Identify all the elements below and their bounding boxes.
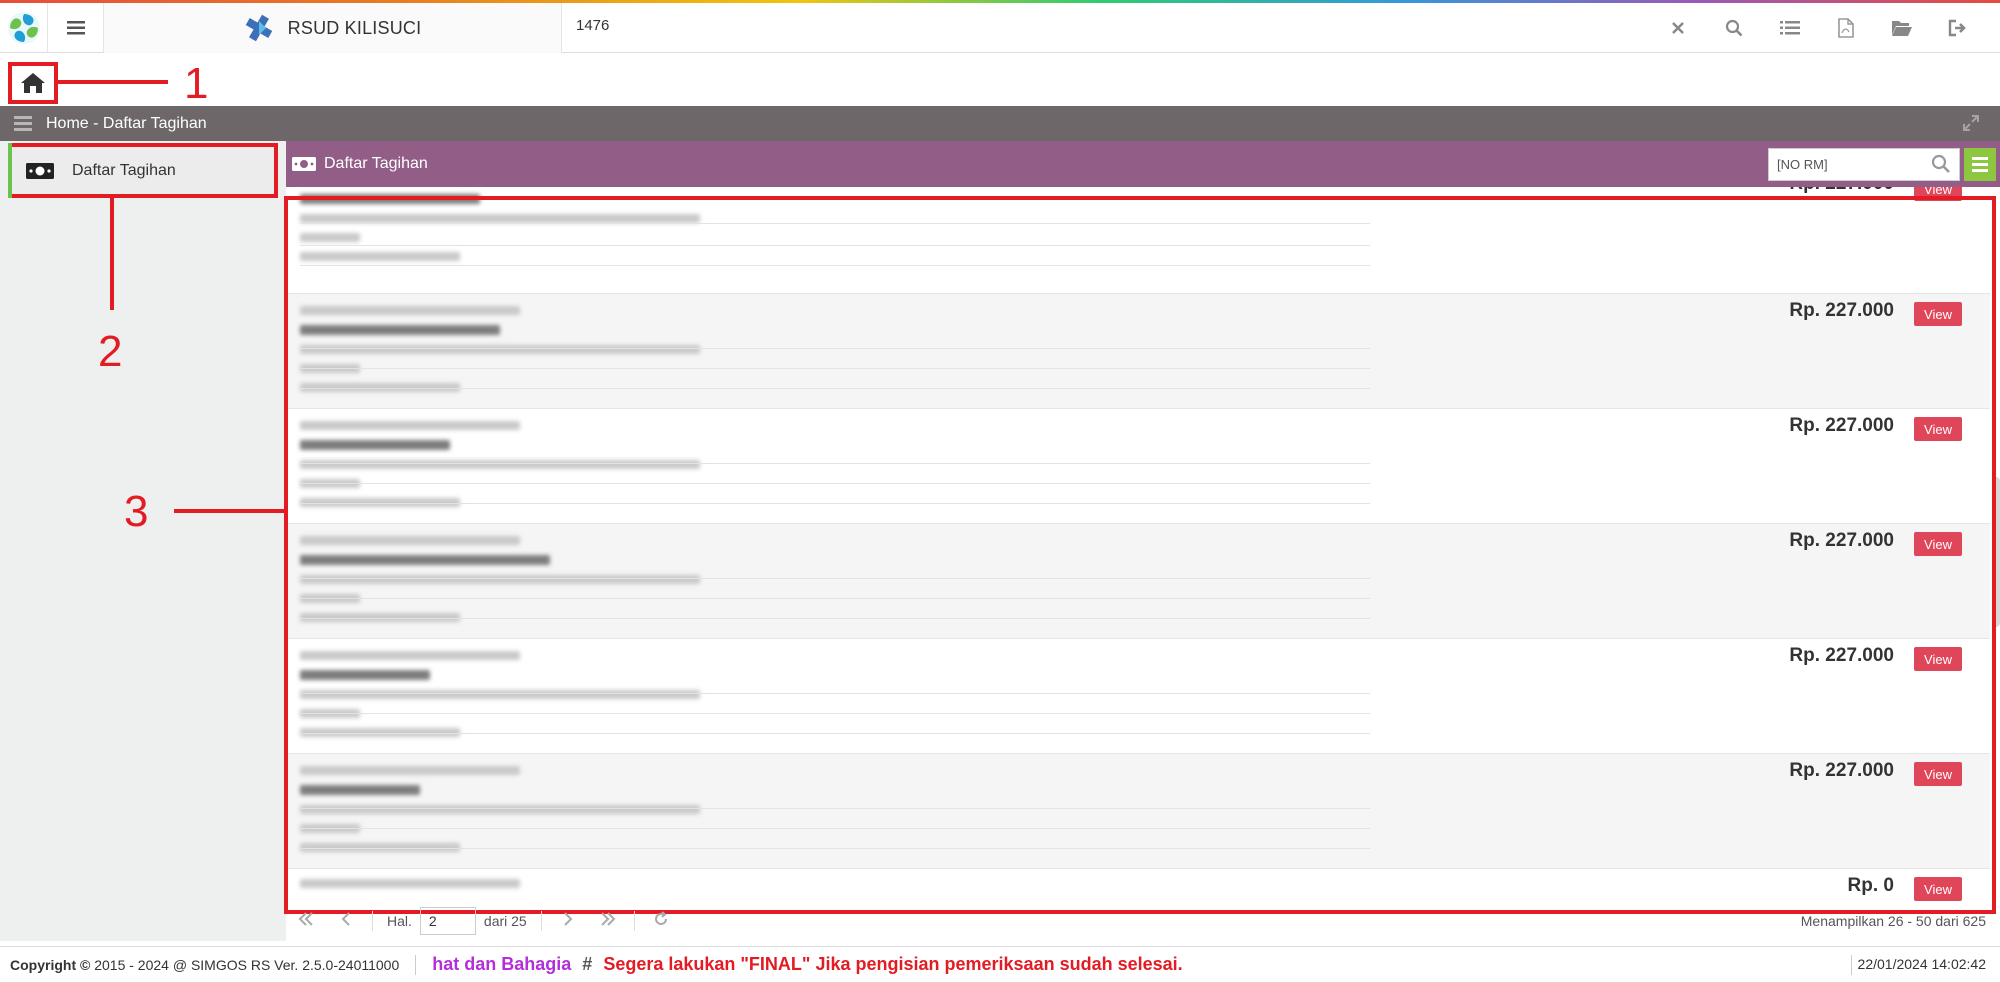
copyright-label: Copyright: [10, 956, 77, 973]
list-item: Rp. 227.000 View: [286, 409, 1990, 524]
bill-amount: Rp. 227.000: [1789, 760, 1894, 781]
home-button[interactable]: [8, 62, 58, 104]
annotation-label-3: 3: [124, 487, 149, 536]
page-label: Hal.: [387, 913, 412, 929]
pager-divider: [540, 911, 542, 931]
pdf-icon[interactable]: [1818, 3, 1874, 53]
money-icon: [292, 157, 316, 171]
hospital-logo-icon: [245, 14, 272, 42]
hamburger-icon: [66, 21, 85, 35]
pager-divider: [633, 911, 635, 931]
annotation-label-2: 2: [98, 327, 123, 376]
bill-amount: Rp. 227.000: [1789, 415, 1894, 436]
view-button[interactable]: View: [1914, 532, 1962, 556]
list-item: Rp. 227.000 View: [286, 524, 1990, 639]
first-page-icon[interactable]: [286, 911, 326, 931]
pagination: Hal. 2 dari 25 Menampilkan 26 - 50 dari …: [286, 905, 2000, 937]
copyright-icon: ©: [80, 956, 91, 973]
ticker-hash: #: [582, 954, 593, 974]
expand-icon[interactable]: [1962, 114, 1980, 137]
annotation-line-3: [174, 509, 286, 513]
folder-open-icon[interactable]: [1874, 3, 1930, 53]
close-icon[interactable]: [1650, 3, 1706, 53]
main-header: Daftar Tagihan: [286, 141, 2000, 187]
footer-divider: [415, 954, 417, 975]
view-button[interactable]: View: [1914, 647, 1962, 671]
options-menu-button[interactable]: [1964, 148, 1996, 181]
breadcrumb-bar: Home - Daftar Tagihan: [0, 106, 2000, 141]
list-item: Rp. 227.000 View: [286, 187, 1990, 294]
list-scrollbar[interactable]: [1992, 477, 2000, 627]
main-menu-button[interactable]: [48, 3, 104, 53]
breadcrumb: Home - Daftar Tagihan: [46, 114, 207, 132]
list-icon[interactable]: [1762, 3, 1818, 53]
list-item: Rp. 227.000 View: [286, 639, 1990, 754]
last-page-icon[interactable]: [588, 911, 628, 931]
refresh-icon[interactable]: [641, 910, 681, 932]
no-rm-search: [1768, 148, 1960, 181]
sidebar-item-label: Daftar Tagihan: [72, 161, 176, 179]
home-row: [0, 54, 2000, 106]
page-total: dari 25: [483, 913, 527, 929]
home-icon: [21, 73, 45, 93]
view-button[interactable]: View: [1914, 762, 1962, 786]
bill-amount: Rp. 227.000: [1789, 300, 1894, 321]
search-icon[interactable]: [1931, 154, 1951, 179]
pager-divider: [372, 911, 373, 931]
view-button[interactable]: View: [1914, 877, 1962, 901]
copyright-text: 2015 - 2024 @ SIMGOS RS Ver. 2.5.0-24011…: [94, 956, 400, 973]
top-bar: RSUD KILISUCI 1476: [0, 3, 2000, 53]
view-button[interactable]: View: [1914, 187, 1962, 201]
copyright: Copyright © 2015 - 2024 @ SIMGOS RS Ver.…: [10, 957, 399, 973]
footer: Copyright © 2015 - 2024 @ SIMGOS RS Ver.…: [0, 946, 2000, 982]
list-item: Rp. 227.000 View: [286, 754, 1990, 869]
brand: RSUD KILISUCI: [104, 3, 562, 53]
breadcrumb-menu-icon[interactable]: [14, 116, 32, 131]
brand-name: RSUD KILISUCI: [287, 17, 422, 38]
next-page-icon[interactable]: [548, 911, 588, 931]
bill-amount: Rp. 227.000: [1789, 187, 1894, 195]
datetime: 22/01/2024 14:02:42: [1857, 956, 1986, 972]
footer-divider: [1851, 955, 1852, 975]
annotation-line-2: [110, 198, 114, 310]
list-item: Rp. 227.000 View: [286, 294, 1990, 409]
pagination-info: Menampilkan 26 - 50 dari 625: [1800, 913, 1986, 929]
app-logo[interactable]: [0, 3, 48, 53]
ticker-text-red: Segera lakukan "FINAL" Jika pengisian pe…: [603, 954, 1183, 974]
sidebar: Daftar Tagihan: [0, 141, 286, 941]
app-logo-icon: [7, 12, 40, 44]
bill-list: Rp. 227.000 View Rp. 227.000 View Rp. 22…: [286, 187, 2000, 907]
active-indicator: [8, 143, 12, 198]
logout-icon[interactable]: [1930, 3, 1986, 53]
sidebar-item-daftar-tagihan[interactable]: Daftar Tagihan: [8, 143, 278, 198]
ticker-text-purple: hat dan Bahagia: [432, 954, 572, 974]
bill-amount: Rp. 227.000: [1789, 645, 1894, 666]
list-item: Rp. 0 View: [286, 869, 1990, 907]
no-rm-search-input[interactable]: [1777, 149, 1927, 180]
prev-page-icon[interactable]: [326, 911, 366, 931]
annotation-line-1: [58, 80, 168, 84]
annotation-label-1: 1: [184, 59, 209, 108]
bill-amount: Rp. 227.000: [1789, 530, 1894, 551]
main-title: Daftar Tagihan: [324, 155, 428, 172]
search-icon[interactable]: [1706, 3, 1762, 53]
marquee-ticker: hat dan Bahagia # Segera lakukan "FINAL"…: [432, 954, 1182, 975]
view-button[interactable]: View: [1914, 417, 1962, 441]
patient-search-input[interactable]: 1476: [576, 17, 609, 34]
page-input[interactable]: 2: [419, 907, 476, 935]
money-icon: [26, 162, 54, 179]
view-button[interactable]: View: [1914, 302, 1962, 326]
bill-amount: Rp. 0: [1847, 875, 1894, 896]
